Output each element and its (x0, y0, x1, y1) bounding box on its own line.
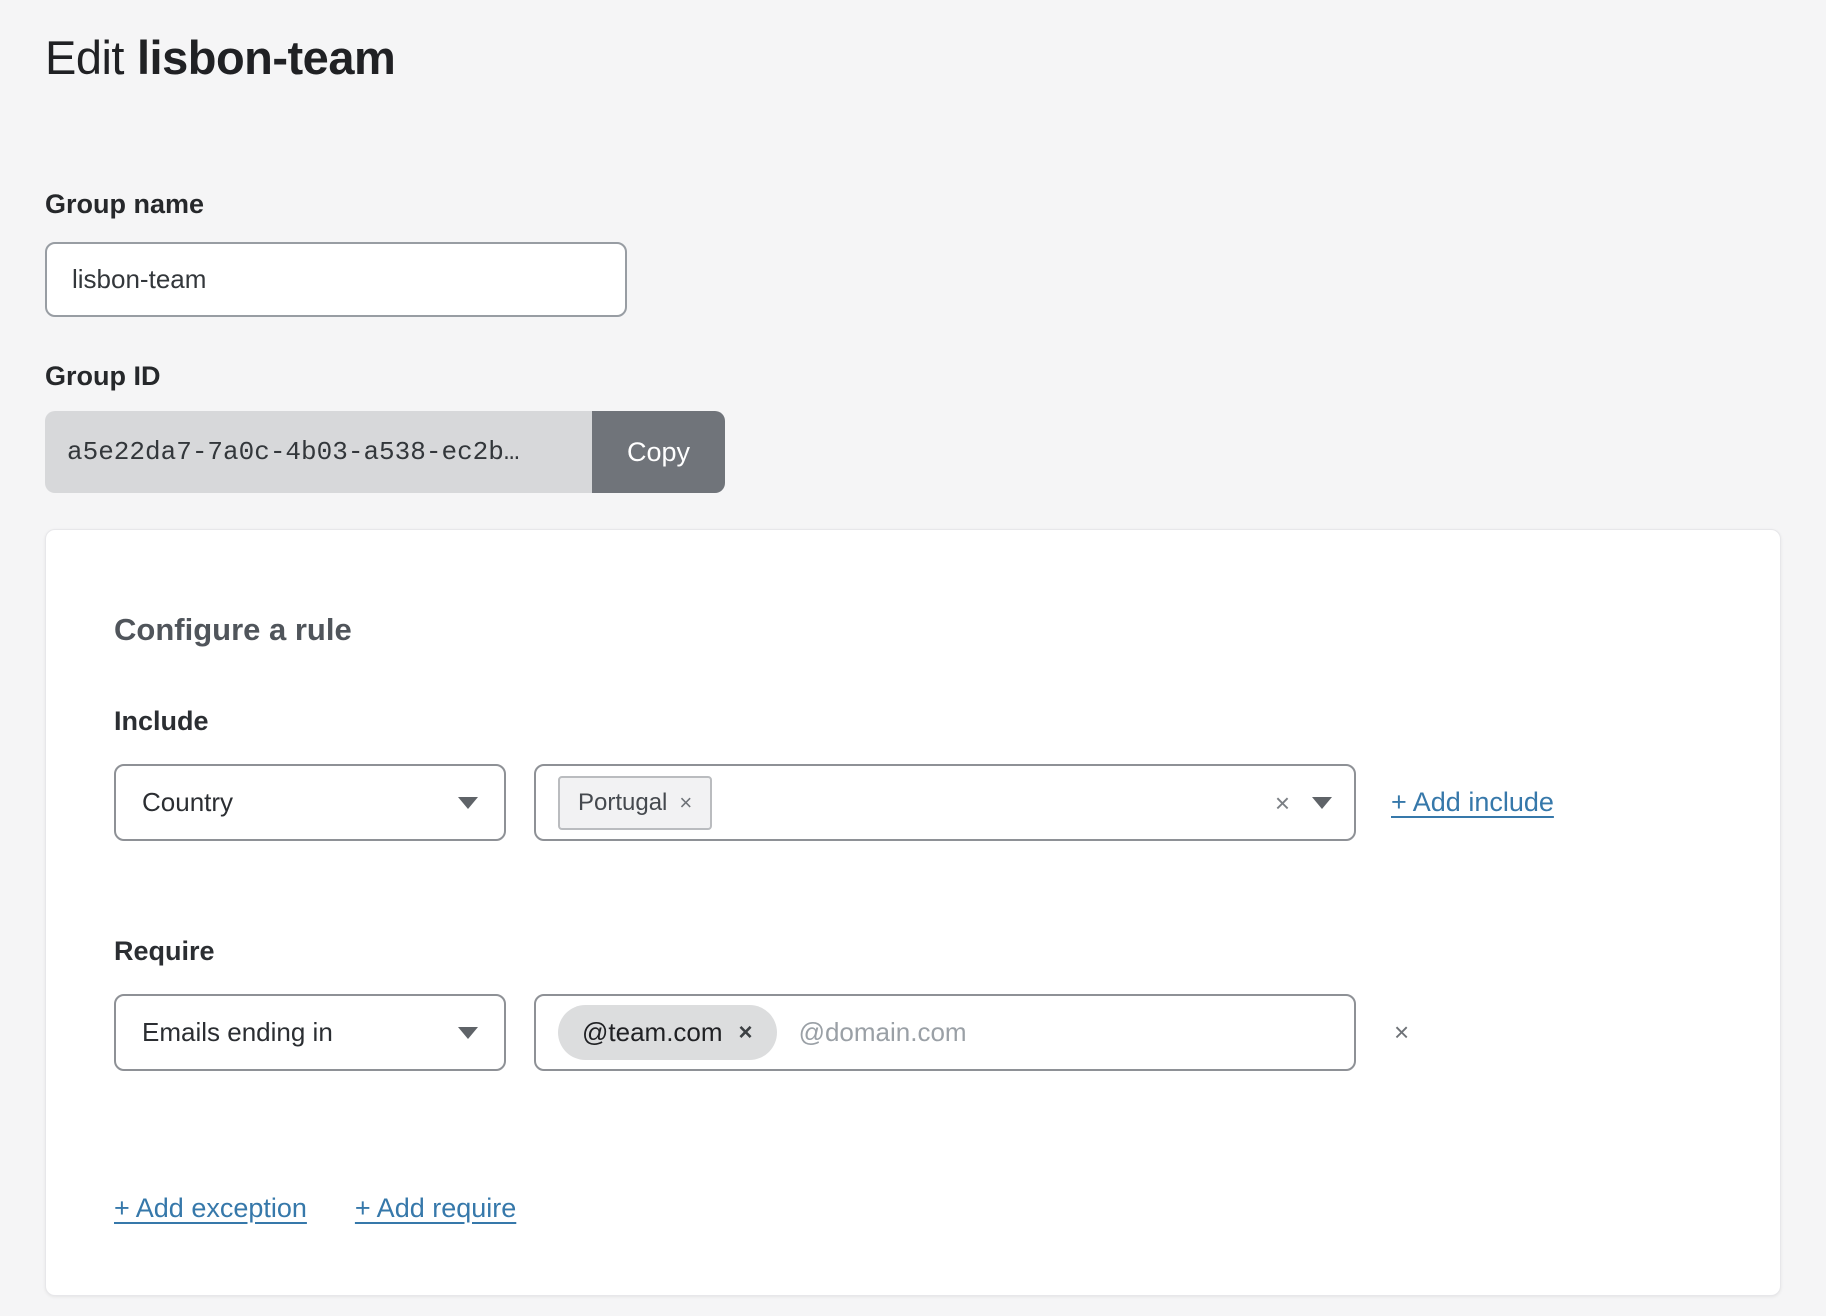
include-tag-label: Portugal (578, 789, 667, 817)
page-title-prefix: Edit (45, 31, 124, 84)
require-rule-row: Emails ending in @team.com × × (114, 994, 1712, 1071)
copy-button[interactable]: Copy (592, 411, 725, 493)
require-selector-value: Emails ending in (142, 1017, 333, 1048)
require-value-input[interactable]: @team.com × (534, 994, 1356, 1071)
require-tag: @team.com × (558, 1005, 777, 1060)
group-name-input[interactable] (45, 242, 627, 317)
group-id-field: a5e22da7-7a0c-4b03-a538-ec2b… Copy (45, 411, 725, 493)
include-rule-row: Country Portugal × × + Add include (114, 764, 1712, 841)
include-label: Include (114, 706, 1712, 737)
remove-require-rule-icon[interactable]: × (1394, 1017, 1409, 1048)
remove-tag-icon[interactable]: × (739, 1021, 753, 1045)
include-selector-value: Country (142, 787, 233, 818)
include-tag: Portugal × (558, 776, 712, 830)
page-title: Editlisbon-team (45, 30, 1781, 85)
group-id-label: Group ID (45, 361, 1781, 392)
require-selector-dropdown[interactable]: Emails ending in (114, 994, 506, 1071)
include-selector-dropdown[interactable]: Country (114, 764, 506, 841)
chevron-down-icon (458, 797, 478, 809)
group-id-value: a5e22da7-7a0c-4b03-a538-ec2b… (45, 411, 592, 493)
chevron-down-icon (1312, 797, 1332, 809)
edit-group-page: Editlisbon-team Group name Group ID a5e2… (0, 0, 1826, 1296)
include-value-multiselect[interactable]: Portugal × × (534, 764, 1356, 841)
rule-actions: + Add exception + Add require (114, 1193, 1712, 1224)
add-exception-link[interactable]: + Add exception (114, 1193, 307, 1224)
add-require-link[interactable]: + Add require (355, 1193, 516, 1224)
remove-tag-icon[interactable]: × (679, 792, 692, 814)
require-label: Require (114, 936, 1712, 967)
require-email-input[interactable] (799, 1017, 1332, 1048)
clear-selection-icon[interactable]: × (1275, 790, 1290, 816)
rule-card: Configure a rule Include Country Portuga… (45, 529, 1781, 1296)
chevron-down-icon (458, 1027, 478, 1039)
add-include-link[interactable]: + Add include (1391, 787, 1554, 818)
rule-card-heading: Configure a rule (114, 612, 1712, 648)
require-tag-label: @team.com (582, 1017, 723, 1048)
page-title-group-name: lisbon-team (137, 31, 395, 84)
group-name-label: Group name (45, 189, 1781, 220)
